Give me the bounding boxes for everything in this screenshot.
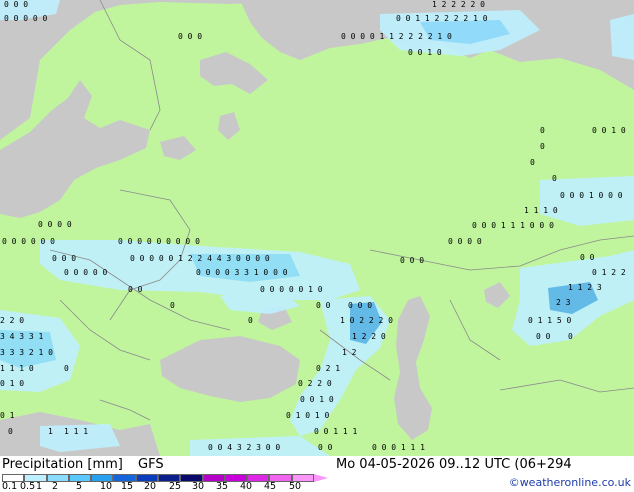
credit-link[interactable]: ©weatheronline.co.uk xyxy=(509,476,631,489)
precip-area-ne xyxy=(610,14,634,60)
precip-value-label: 1 2 2 2 2 0 xyxy=(432,0,485,9)
color-scale-label: 15 xyxy=(121,481,134,492)
color-scale-label: 1 xyxy=(36,481,43,492)
precip-value-label: 0 0 0 0 0 0 xyxy=(2,237,55,246)
precip-value-label: 0 0 xyxy=(128,285,143,294)
color-scale-label: 25 xyxy=(169,481,182,492)
precip-value-label: 0 0 xyxy=(316,301,331,310)
precip-value-label: 0 0 0 0 1 1 2 2 2 2 1 0 xyxy=(341,32,452,41)
precip-value-label: 2 2 0 xyxy=(0,316,24,325)
precip-value-label: 0 xyxy=(568,332,573,341)
precip-value-label: 0 0 0 xyxy=(4,0,28,9)
valid-time: Mo 04-05-2026 09..12 UTC (06+294 xyxy=(336,457,572,472)
precip-value-label: 0 xyxy=(170,301,175,310)
map-footer: Precipitation [mm] GFS Mo 04-05-2026 09.… xyxy=(0,456,634,492)
precip-value-label: 0 0 1 1 1 xyxy=(314,427,358,436)
precip-value-label: 1 1 1 xyxy=(64,427,88,436)
precip-value-label: 0 1 1 5 0 xyxy=(528,316,572,325)
precip-value-label: 0 xyxy=(248,316,253,325)
precip-value-label: 0 0 0 1 1 1 0 0 0 xyxy=(472,221,554,230)
map-canvas: 0 0 0 1 2 2 2 2 0 0 0 1 1 2 2 2 2 1 0 0 0 0… xyxy=(0,0,634,456)
precip-value-label: 0 xyxy=(8,427,13,436)
color-scale-label: 5 xyxy=(76,481,83,492)
precip-value-label: 0 0 0 0 0 xyxy=(4,14,48,23)
color-scale xyxy=(2,474,328,482)
map-title: Precipitation [mm] xyxy=(2,457,123,472)
precip-value-label: 1 xyxy=(48,427,53,436)
precip-value-label: 0 0 0 xyxy=(400,256,424,265)
precip-value-label: 0 0 4 3 2 3 0 0 xyxy=(208,443,280,452)
precip-value-label: 1 1 1 0 xyxy=(524,206,558,215)
color-scale-label: 30 xyxy=(192,481,205,492)
precip-value-label: 1 2 2 0 xyxy=(352,332,386,341)
precip-value-label: 0 0 0 xyxy=(178,32,202,41)
precip-value-label: 0 1 0 1 0 xyxy=(286,411,330,420)
precip-value-label: 0 xyxy=(540,126,545,135)
precip-value-label: 1 0 2 2 2 0 xyxy=(340,316,393,325)
precip-value-label: 0 1 2 2 xyxy=(592,268,626,277)
precip-value-label: 0 0 0 0 0 1 0 xyxy=(260,285,323,294)
color-scale-label: 35 xyxy=(216,481,229,492)
precip-value-label: 0 0 1 0 xyxy=(408,48,442,57)
color-scale-label: 0.1 xyxy=(2,481,18,492)
precip-value-label: 0 xyxy=(64,364,69,373)
precip-value-label: 0 0 0 0 3 3 1 0 0 0 xyxy=(196,268,288,277)
precip-value-label: 3 3 3 2 1 0 xyxy=(0,348,53,357)
color-scale-label: 45 xyxy=(264,481,277,492)
precip-value-label: 1 1 1 0 xyxy=(0,364,34,373)
color-scale-label: 20 xyxy=(144,481,157,492)
precip-value-label: 1 2 xyxy=(342,348,357,357)
precip-value-label: 0 0 xyxy=(318,443,333,452)
model-name: GFS xyxy=(138,457,164,472)
precip-value-label: 0 xyxy=(540,142,545,151)
precip-value-label: 0 0 0 0 0 1 2 2 4 4 3 0 0 0 0 xyxy=(130,254,270,263)
precipitation-map: 0 0 0 1 2 2 2 2 0 0 0 1 1 2 2 2 2 1 0 0 0 0… xyxy=(0,0,634,456)
color-scale-label: 40 xyxy=(240,481,253,492)
precip-value-label: 0 1 0 xyxy=(0,379,24,388)
precip-value-label: 0 2 1 xyxy=(316,364,340,373)
color-scale-label: 50 xyxy=(289,481,302,492)
precip-value-label: 0 0 0 xyxy=(52,254,76,263)
precip-value-label: 0 0 0 0 xyxy=(38,220,72,229)
precip-value-label: 0 xyxy=(530,158,535,167)
precip-value-label: 0 2 2 0 xyxy=(298,379,332,388)
precip-value-label: 0 0 1 0 xyxy=(300,395,334,404)
precip-value-label: 0 0 0 0 0 xyxy=(64,268,108,277)
color-scale-arrow xyxy=(314,474,328,482)
color-scale-label: 10 xyxy=(100,481,113,492)
precip-value-label: 0 0 0 1 1 1 xyxy=(372,443,425,452)
precip-value-label: 0 0 0 1 0 0 0 xyxy=(560,191,623,200)
precip-value-label: 0 0 1 0 xyxy=(592,126,626,135)
color-scale-label: 2 xyxy=(52,481,59,492)
precip-value-label: 0 0 xyxy=(580,253,595,262)
precip-value-label: 0 1 xyxy=(0,411,15,420)
precip-value-label: 0 0 xyxy=(536,332,551,341)
precip-value-label: 3 4 3 3 1 xyxy=(0,332,44,341)
precip-value-label: 0 0 1 1 2 2 2 2 1 0 xyxy=(396,14,488,23)
precip-value-label: 2 3 xyxy=(556,298,571,307)
precip-value-label: 0 0 0 0 xyxy=(448,237,482,246)
precip-value-label: 1 1 2 3 xyxy=(568,283,602,292)
precip-value-label: 0 0 0 xyxy=(348,301,372,310)
precip-value-label: 0 0 0 0 0 0 0 0 0 xyxy=(118,237,200,246)
color-scale-label: 0.5 xyxy=(20,481,36,492)
precip-value-label: 0 xyxy=(552,174,557,183)
